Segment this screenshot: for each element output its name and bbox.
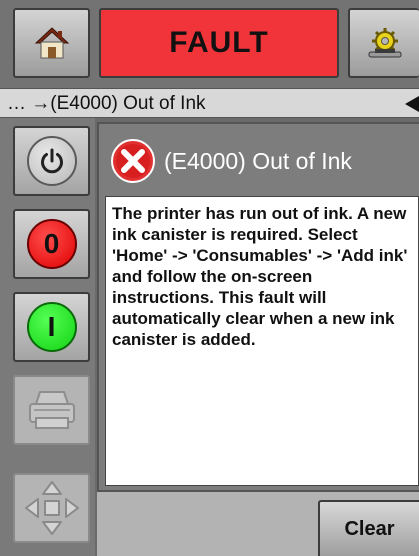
fault-message-box: The printer has run out of ink. A new in…: [105, 196, 419, 486]
start-label: I: [26, 302, 77, 352]
scroll-left-arrow-icon[interactable]: [405, 96, 419, 112]
home-button[interactable]: [13, 8, 90, 78]
top-toolbar: FAULT: [0, 0, 419, 88]
navigation-button[interactable]: [13, 473, 90, 543]
power-icon: [26, 136, 77, 186]
clear-label: Clear: [344, 517, 395, 540]
start-button[interactable]: I: [13, 292, 90, 362]
home-icon: [34, 27, 69, 59]
stop-label: 0: [26, 219, 77, 269]
clear-button[interactable]: Clear: [318, 500, 419, 556]
fault-label: FAULT: [169, 26, 269, 59]
status-strip[interactable]: … →(E4000) Out of Ink: [0, 88, 419, 118]
bottom-bar: Clear: [97, 492, 419, 556]
service-button[interactable]: [348, 8, 419, 78]
stop-button[interactable]: 0: [13, 209, 90, 279]
printer-icon: [28, 391, 75, 429]
side-control-column: 0 I: [0, 118, 95, 556]
service-tools-icon: [368, 28, 401, 58]
printer-screen: FAULT … →(E4000) Out of Ink 0 I (E4000) …: [0, 0, 419, 556]
fault-message: The printer has run out of ink. A new in…: [112, 204, 408, 349]
arrows-icon: [24, 481, 79, 535]
fault-title: (E4000) Out of Ink: [164, 147, 352, 174]
error-icon: [111, 139, 155, 183]
status-message: … →(E4000) Out of Ink: [7, 93, 206, 114]
power-button[interactable]: [13, 126, 90, 196]
fault-header: (E4000) Out of Ink: [101, 126, 419, 196]
fault-detail-panel: (E4000) Out of Ink The printer has run o…: [97, 122, 419, 492]
print-button[interactable]: [13, 375, 90, 445]
fault-status-button[interactable]: FAULT: [99, 8, 339, 78]
